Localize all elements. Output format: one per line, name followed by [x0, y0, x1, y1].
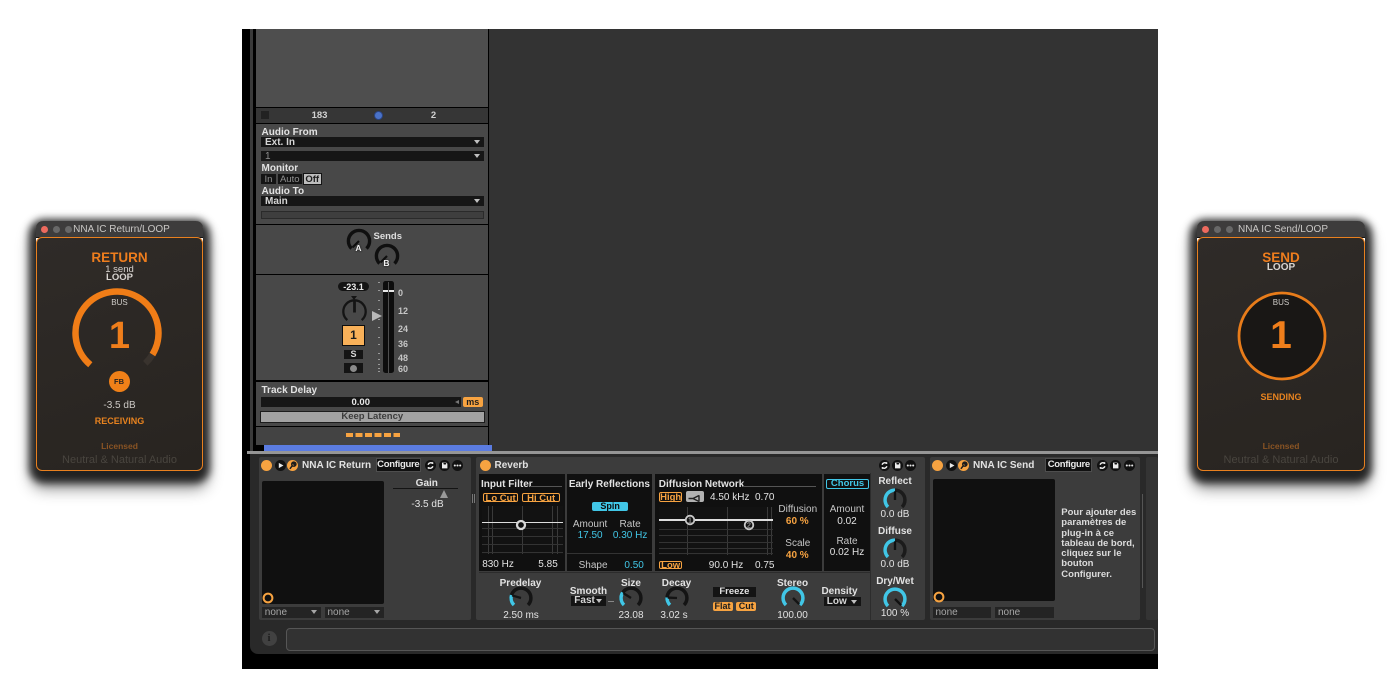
svg-text:2: 2 [747, 523, 751, 530]
svg-text:1: 1 [688, 518, 692, 525]
